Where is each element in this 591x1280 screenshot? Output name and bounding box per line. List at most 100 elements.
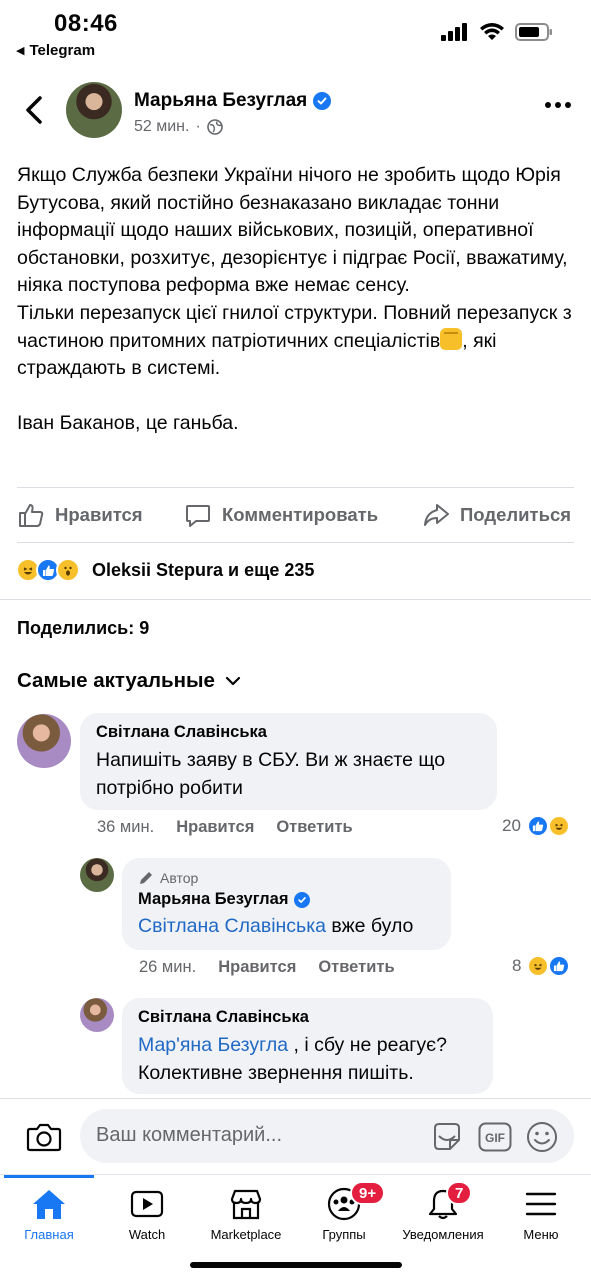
shares-count[interactable]: Поделились: 9 xyxy=(17,618,149,639)
tab-groups[interactable]: 9+ Группы xyxy=(289,1181,399,1242)
tab-label: Группы xyxy=(322,1227,366,1242)
meta-separator: · xyxy=(195,118,201,135)
video-play-icon xyxy=(130,1190,164,1218)
divider xyxy=(17,487,574,488)
status-bar: 08:46 ◀ Telegram xyxy=(0,0,591,64)
pen-icon xyxy=(140,872,152,884)
reply-text: Мар'яна Безугла , і сбу не реагує? Колект… xyxy=(138,1032,477,1087)
hamburger-menu-icon xyxy=(525,1192,557,1216)
comment-input[interactable]: Ваш комментарий... GIF xyxy=(80,1109,574,1163)
haha-reaction-icon xyxy=(527,955,550,977)
post-author[interactable]: Марьяна Безуглая xyxy=(134,90,332,112)
reply-reply-button[interactable]: Ответить xyxy=(318,958,394,977)
comment-bubble-icon xyxy=(186,505,210,527)
more-options-icon[interactable] xyxy=(545,102,571,108)
back-triangle-icon: ◀ xyxy=(16,45,25,57)
post-time[interactable]: 52 мин. xyxy=(134,118,189,136)
like-button[interactable]: Нравится xyxy=(17,501,143,529)
thumbs-up-icon xyxy=(19,504,44,527)
back-chevron-icon[interactable] xyxy=(20,94,48,126)
post-paragraph-3: Іван Баканов, це ганьба. xyxy=(17,412,239,435)
commenter-avatar[interactable] xyxy=(17,714,71,768)
comment-reaction-count: 20 xyxy=(502,816,521,835)
like-label: Нравится xyxy=(55,504,143,525)
composer-icons: GIF xyxy=(430,1120,558,1154)
status-time: 08:46 xyxy=(54,10,118,37)
sticker-icon[interactable] xyxy=(430,1120,464,1154)
mention-link[interactable]: Світлана Славінська xyxy=(138,915,326,937)
reply-author[interactable]: Світлана Славінська xyxy=(138,1008,477,1027)
storefront-icon xyxy=(230,1189,262,1220)
section-divider xyxy=(0,599,591,600)
comment-author[interactable]: Світлана Славінська xyxy=(96,723,481,742)
reply-text-body: вже було xyxy=(326,915,414,937)
system-icons xyxy=(441,22,553,41)
reply-text-body: , і сбу не реагує? xyxy=(288,1034,447,1056)
tab-watch[interactable]: Watch xyxy=(92,1187,202,1242)
comment-like-button[interactable]: Нравится xyxy=(176,818,254,837)
globe-icon xyxy=(206,119,223,135)
tab-label: Меню xyxy=(523,1227,559,1242)
notifications-badge: 7 xyxy=(446,1181,473,1205)
reply-meta: 26 мин. Нравится Ответить xyxy=(139,958,395,977)
author-avatar[interactable] xyxy=(66,82,122,138)
tab-label: Уведомления xyxy=(402,1227,484,1242)
reply-bubble: Світлана Славінська Мар'яна Безугла , і … xyxy=(122,998,493,1094)
post-body: Якщо Служба безпеки України нічого не зр… xyxy=(17,162,577,438)
mention-link[interactable]: Мар'яна Безугла xyxy=(138,1034,288,1056)
tab-home[interactable]: Главная xyxy=(0,1187,104,1242)
comment-sort-dropdown[interactable]: Самые актуальные xyxy=(17,669,241,693)
groups-badge: 9+ xyxy=(350,1181,386,1205)
tab-menu[interactable]: Меню xyxy=(486,1187,591,1242)
cellular-signal-icon xyxy=(441,22,467,41)
reply-time: 26 мин. xyxy=(139,958,197,976)
back-to-telegram[interactable]: ◀ Telegram xyxy=(16,42,95,59)
comment-label: Комментировать xyxy=(222,504,379,525)
active-tab-indicator xyxy=(4,1175,94,1178)
wifi-icon xyxy=(480,23,504,40)
sort-label: Самые актуальные xyxy=(17,669,215,692)
post-paragraph-1: Якщо Служба безпеки України нічого не зр… xyxy=(17,164,574,297)
tab-notifications[interactable]: 7 Уведомления xyxy=(388,1181,498,1242)
reply-author-name[interactable]: Марьяна Безуглая xyxy=(138,890,288,909)
post-actions: Нравится Комментировать Поделиться xyxy=(0,497,591,537)
comment-time: 36 мин. xyxy=(97,818,155,836)
reply-text: Світлана Славінська вже було xyxy=(138,913,435,941)
reply-commenter-avatar[interactable] xyxy=(80,998,114,1032)
reactions-summary[interactable]: Oleksii Stepura и еще 235 xyxy=(16,558,314,582)
reply-author[interactable]: Марьяна Безуглая xyxy=(138,890,435,909)
wow-reaction-icon xyxy=(56,558,80,582)
home-indicator[interactable] xyxy=(190,1262,402,1268)
tab-label: Marketplace xyxy=(210,1227,282,1242)
comment-text: Напишіть заяву в СБУ. Ви ж знаєте що пот… xyxy=(96,749,446,799)
comment-button[interactable]: Комментировать xyxy=(184,501,378,529)
verified-badge-icon xyxy=(294,891,311,908)
share-button[interactable]: Поделиться xyxy=(422,501,571,529)
back-app-label: Telegram xyxy=(29,42,96,59)
reply-bubble: Автор Марьяна Безуглая Світлана Славінсь… xyxy=(122,858,451,950)
reactions-summary-text: Oleksii Stepura и еще 235 xyxy=(92,559,315,580)
comment-composer: Ваш комментарий... GIF xyxy=(0,1098,591,1174)
camera-icon[interactable] xyxy=(26,1121,62,1153)
author-badge: Автор xyxy=(138,870,435,886)
chevron-down-icon xyxy=(225,676,240,686)
like-reaction-icon xyxy=(526,815,549,837)
reply-author-avatar[interactable] xyxy=(80,858,114,892)
comment-reply-button[interactable]: Ответить xyxy=(276,818,352,837)
like-reaction-icon xyxy=(548,955,571,977)
comment-input-placeholder: Ваш комментарий... xyxy=(96,1124,283,1146)
comment-reactions[interactable]: 20 xyxy=(502,815,570,837)
reply-reactions[interactable]: 8 xyxy=(512,955,571,977)
gif-icon[interactable]: GIF xyxy=(478,1122,512,1152)
emoji-icon[interactable] xyxy=(526,1121,558,1153)
comment-meta: 36 мин. Нравится Ответить xyxy=(97,818,353,837)
reaction-icons xyxy=(16,558,80,582)
tab-marketplace[interactable]: Marketplace xyxy=(191,1187,301,1242)
tab-label: Watch xyxy=(128,1227,166,1242)
reply-like-button[interactable]: Нравится xyxy=(218,958,296,977)
svg-text:GIF: GIF xyxy=(485,1131,505,1145)
comment-bubble: Світлана Славінська Напишіть заяву в СБУ… xyxy=(80,713,497,810)
home-icon xyxy=(33,1190,65,1219)
post-meta: 52 мин. · xyxy=(134,118,223,136)
post-author-name[interactable]: Марьяна Безуглая xyxy=(134,90,307,112)
